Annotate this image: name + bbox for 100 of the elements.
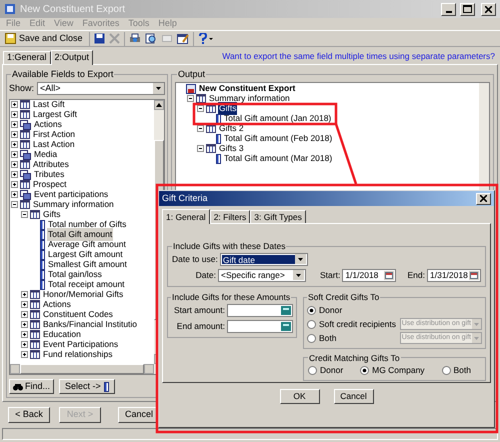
end-date-field[interactable]: 1/31/2018 bbox=[427, 268, 481, 282]
tree-item[interactable]: Education bbox=[42, 328, 82, 341]
expander-icon[interactable] bbox=[11, 141, 18, 148]
radio-button[interactable] bbox=[308, 366, 317, 376]
tree-item[interactable]: Total Gift amount (Feb 2018) bbox=[223, 132, 334, 145]
radio-button[interactable] bbox=[307, 320, 316, 328]
expander-icon[interactable] bbox=[11, 191, 18, 198]
start-date-field[interactable]: 1/1/2018 bbox=[342, 268, 396, 282]
tree-item[interactable]: New Constituent Export bbox=[198, 82, 296, 95]
tree-item[interactable]: Event Participations bbox=[42, 338, 120, 351]
expander-icon[interactable] bbox=[197, 105, 204, 112]
tree-item[interactable]: Total Gift amount (Jan 2018) bbox=[223, 112, 332, 125]
maximize-icon bbox=[463, 5, 472, 13]
help-icon[interactable] bbox=[198, 33, 214, 44]
amount-field[interactable] bbox=[227, 320, 293, 332]
help-link[interactable]: Want to export the same field multiple times using separate parameters? bbox=[222, 50, 497, 63]
expander-icon[interactable] bbox=[21, 211, 28, 218]
tree-item[interactable]: Total receipt amount bbox=[47, 278, 126, 291]
radio-button[interactable] bbox=[307, 334, 316, 342]
tree-item[interactable]: Event participations bbox=[33, 188, 110, 201]
tree-item[interactable]: Smallest Gift amount bbox=[47, 258, 128, 271]
maximize-button[interactable] bbox=[460, 2, 475, 16]
expander-icon[interactable] bbox=[21, 331, 28, 338]
tree-item[interactable]: Honor/Memorial Gifts bbox=[42, 288, 124, 301]
table-icon bbox=[30, 350, 40, 359]
radio-button[interactable] bbox=[442, 366, 450, 376]
expander-icon[interactable] bbox=[11, 131, 18, 138]
group-title: Include Gifts with these Dates bbox=[172, 240, 286, 253]
date-dropdown[interactable]: <Specific range> bbox=[218, 268, 306, 282]
expander-icon[interactable] bbox=[21, 311, 28, 318]
tree-item[interactable]: Gifts 2 bbox=[218, 122, 245, 135]
tree-item[interactable]: Total number of Gifts bbox=[47, 218, 128, 231]
expander-icon[interactable] bbox=[11, 101, 18, 108]
tab[interactable]: 2: Filters bbox=[210, 210, 250, 223]
tree-item[interactable]: Fund relationships bbox=[42, 348, 114, 361]
tree-item[interactable]: Attributes bbox=[32, 158, 70, 171]
date-to-use-dropdown[interactable]: Gift date bbox=[220, 252, 308, 266]
expander-icon[interactable] bbox=[11, 171, 18, 178]
tree-item[interactable]: Total Gift amount bbox=[47, 228, 114, 241]
close-button[interactable] bbox=[481, 2, 496, 16]
tab[interactable]: 1:General bbox=[3, 51, 51, 64]
expander-icon[interactable] bbox=[11, 111, 18, 118]
minimize-button[interactable] bbox=[441, 2, 456, 16]
amount-field[interactable] bbox=[227, 304, 293, 316]
tree-item[interactable]: Constituent Codes bbox=[42, 308, 114, 321]
dialog-button[interactable]: OK bbox=[280, 389, 320, 404]
expander-icon[interactable] bbox=[197, 145, 204, 152]
dialog-title: Gift Criteria bbox=[162, 192, 209, 205]
nav-button[interactable]: < Back bbox=[8, 407, 50, 423]
scroll-up-icon[interactable] bbox=[156, 102, 162, 106]
expander-icon[interactable] bbox=[11, 161, 18, 168]
expander-icon[interactable] bbox=[197, 125, 204, 132]
tree-item[interactable]: Actions bbox=[42, 298, 72, 311]
tree-item[interactable]: Total gain/loss bbox=[47, 268, 103, 281]
save-and-close-button[interactable]: Save and Close bbox=[3, 32, 85, 46]
close-button[interactable] bbox=[476, 192, 491, 204]
expander-icon[interactable] bbox=[21, 341, 28, 348]
field-label: End amount: bbox=[176, 320, 226, 332]
tree-item[interactable]: Actions bbox=[33, 118, 63, 131]
tree-item[interactable]: Banks/Financial Institutio bbox=[42, 318, 138, 331]
save-icon bbox=[5, 33, 16, 44]
find-button[interactable]: Find... bbox=[9, 379, 54, 394]
tree-item[interactable]: Summary information bbox=[208, 92, 291, 105]
tree-item[interactable]: Summary information bbox=[32, 198, 115, 211]
print-preview-icon[interactable] bbox=[144, 33, 157, 44]
dialog-button[interactable]: Cancel bbox=[334, 389, 374, 404]
tab[interactable]: 3: Gift Types bbox=[250, 210, 306, 223]
expander-icon[interactable] bbox=[11, 151, 18, 158]
tree-item[interactable]: First Action bbox=[32, 128, 76, 141]
tree-item[interactable]: Last Gift bbox=[32, 100, 66, 111]
expander-icon[interactable] bbox=[187, 95, 194, 102]
tree-item[interactable]: Tributes bbox=[33, 168, 66, 181]
tree-item[interactable]: Average Gift amount bbox=[47, 238, 127, 251]
tree-item[interactable]: Gifts bbox=[42, 208, 62, 221]
expander-icon[interactable] bbox=[11, 121, 18, 128]
window-title: New Constituent Export bbox=[20, 2, 126, 16]
tree-item[interactable]: Prospect bbox=[32, 178, 68, 191]
expander-icon[interactable] bbox=[11, 201, 18, 208]
show-dropdown[interactable]: <All> bbox=[37, 82, 165, 95]
tree-item[interactable]: Last Action bbox=[32, 138, 76, 151]
field-icon bbox=[104, 382, 109, 392]
tree-item[interactable]: Media bbox=[33, 148, 58, 161]
tree-item[interactable]: Largest Gift amount bbox=[47, 248, 124, 261]
print-icon[interactable] bbox=[128, 33, 141, 44]
select-button[interactable]: Select -> bbox=[59, 379, 115, 394]
expander-icon[interactable] bbox=[21, 291, 28, 298]
properties-icon[interactable] bbox=[176, 33, 189, 44]
tree-item[interactable]: Total Gift amount (Mar 2018) bbox=[223, 152, 334, 165]
expander-icon[interactable] bbox=[11, 181, 18, 188]
tree-item[interactable]: Gifts 3 bbox=[218, 142, 245, 155]
radio-button[interactable] bbox=[360, 366, 370, 376]
tab[interactable]: 1: General bbox=[162, 209, 210, 224]
expander-icon[interactable] bbox=[21, 301, 28, 308]
expander-icon[interactable] bbox=[21, 321, 28, 328]
tab[interactable]: 2:Output bbox=[50, 50, 94, 65]
radio-button[interactable] bbox=[307, 306, 316, 314]
expander-icon[interactable] bbox=[21, 351, 28, 358]
table-icon bbox=[30, 330, 40, 339]
table-icon bbox=[30, 210, 40, 219]
tree-item[interactable]: Largest Gift bbox=[32, 108, 78, 121]
